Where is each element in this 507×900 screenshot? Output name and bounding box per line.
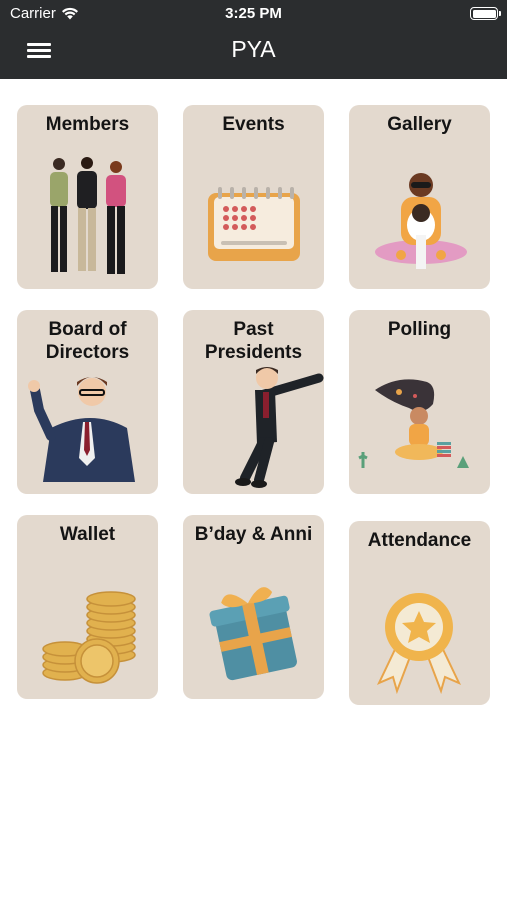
- battery-icon: [470, 7, 501, 20]
- leaning-businessman-icon: [235, 367, 324, 488]
- gift-box-icon: [209, 587, 297, 681]
- coin-stacks-icon: [42, 591, 136, 684]
- tile-members[interactable]: Members: [17, 105, 158, 289]
- app-header: Carrier 3:25 PM PYA: [0, 0, 507, 79]
- tile-birthday-anniversary[interactable]: B’day & Anni: [183, 515, 324, 699]
- tile-attendance[interactable]: Attendance: [349, 521, 490, 705]
- tile-wallet[interactable]: Wallet: [17, 515, 158, 699]
- photographer-with-dog-icon: [375, 173, 467, 269]
- tile-events[interactable]: Events: [183, 105, 324, 289]
- calendar-icon: [208, 187, 300, 261]
- status-time: 3:25 PM: [225, 5, 282, 22]
- tile-board-of-directors[interactable]: Board of Directors: [17, 310, 158, 494]
- waving-businessman-icon: [28, 377, 135, 482]
- award-badge-icon: [376, 593, 462, 695]
- tile-past-presidents[interactable]: Past Presidents: [183, 310, 324, 494]
- status-bar: Carrier 3:25 PM: [0, 0, 507, 28]
- page-title: PYA: [231, 36, 276, 62]
- people-group-icon: [50, 157, 126, 274]
- thinking-woman-icon: [358, 379, 469, 468]
- tile-gallery[interactable]: Gallery: [349, 105, 490, 289]
- tile-polling[interactable]: Polling: [349, 310, 490, 494]
